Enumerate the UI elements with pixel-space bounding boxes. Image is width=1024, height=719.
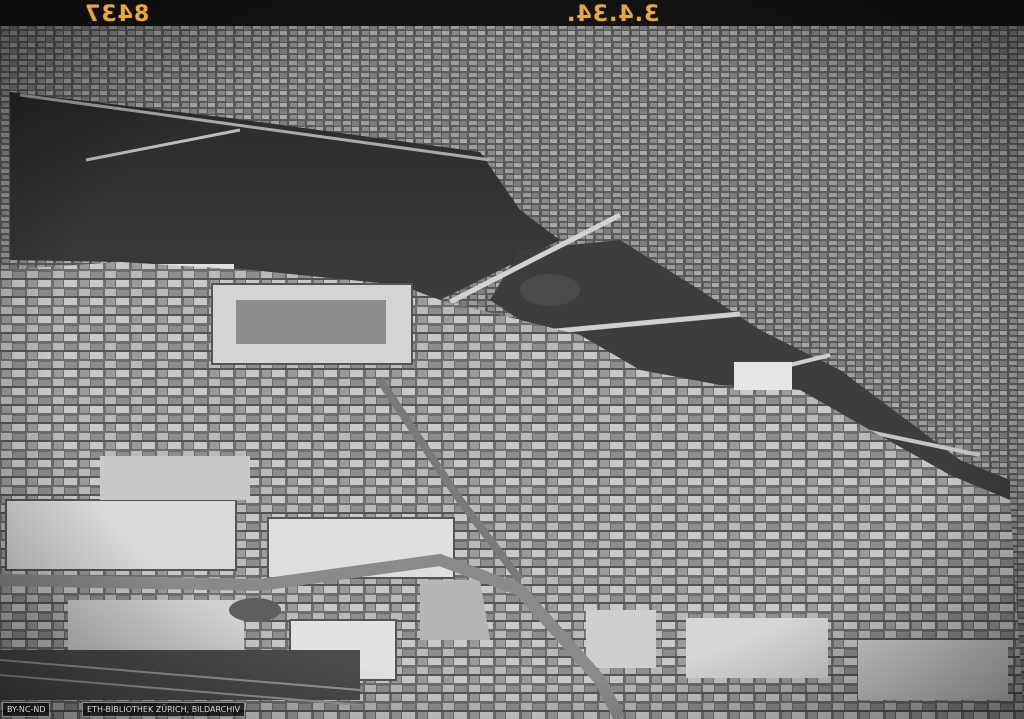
credit-label: ETH-BIBLIOTHEK ZÜRICH, BILDARCHIV [82,702,246,717]
aerial-city-photo [0,0,1024,719]
negative-number-left: 8437 [84,2,150,27]
negative-number-right: 3.4.34. [566,2,660,27]
license-badge: BY-NC-ND [2,702,51,717]
